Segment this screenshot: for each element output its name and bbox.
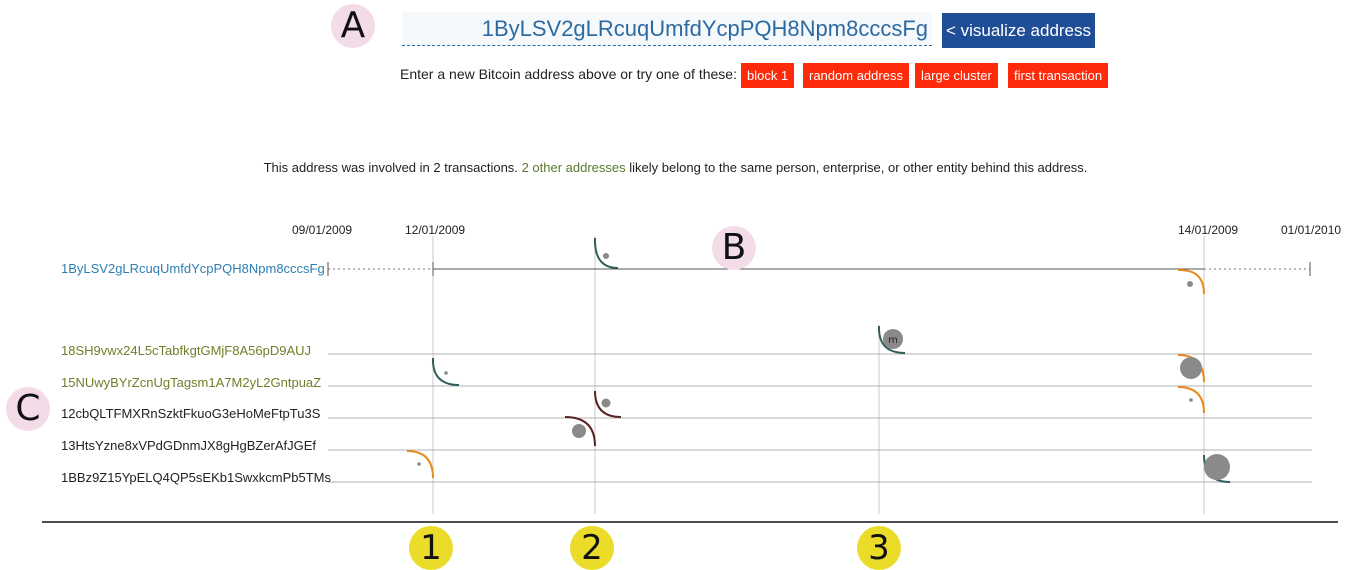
cluster-address-2[interactable]: 15NUwyBYrZcnUgTagsm1A7M2yL2GntpuaZ: [61, 375, 321, 390]
other-address-2[interactable]: 13HtsYzne8xVPdGDnmJX8gHgBZerAfJGEf: [61, 438, 316, 453]
annotation-c: C: [6, 387, 50, 431]
annotation-3: 3: [857, 526, 901, 570]
other-address-3[interactable]: 1BBz9Z15YpELQ4QP5sEKb1SwxkcmPb5TMs: [61, 470, 331, 485]
tx-node-main-tx2: [603, 253, 609, 259]
annotation-1: 1: [409, 526, 453, 570]
other-address-1[interactable]: 12cbQLTFMXRnSzktFkuoG3eHoMeFtpTu3S: [61, 406, 320, 421]
annotation-2: 2: [570, 526, 614, 570]
tx-node-main-tx4: [1187, 281, 1193, 287]
cluster-address-1[interactable]: 18SH9vwx24L5cTabfkgtGMjF8A56pD9AUJ: [61, 343, 311, 358]
mining-marker-label: m: [888, 335, 898, 346]
annotation-b: B: [712, 226, 756, 270]
tx-node-13Hts-tx2: [572, 424, 586, 438]
tx-node-1BBz9-tx4: [1204, 454, 1230, 480]
tx-glyph-main-tx2: [593, 237, 619, 269]
tx-node-15NUwy-tx1: [444, 371, 448, 375]
tx-node-12cbQ-tx4: [1189, 398, 1193, 402]
tx-node-15NUwy-tx4: [1180, 357, 1202, 379]
tx-node-1BBz9-tx1: [417, 462, 421, 466]
tx-node-12cbQ-tx2: [601, 398, 611, 408]
main-address-label[interactable]: 1ByLSV2gLRcuqUmfdYcpPQH8Npm8cccsFg: [61, 261, 325, 276]
